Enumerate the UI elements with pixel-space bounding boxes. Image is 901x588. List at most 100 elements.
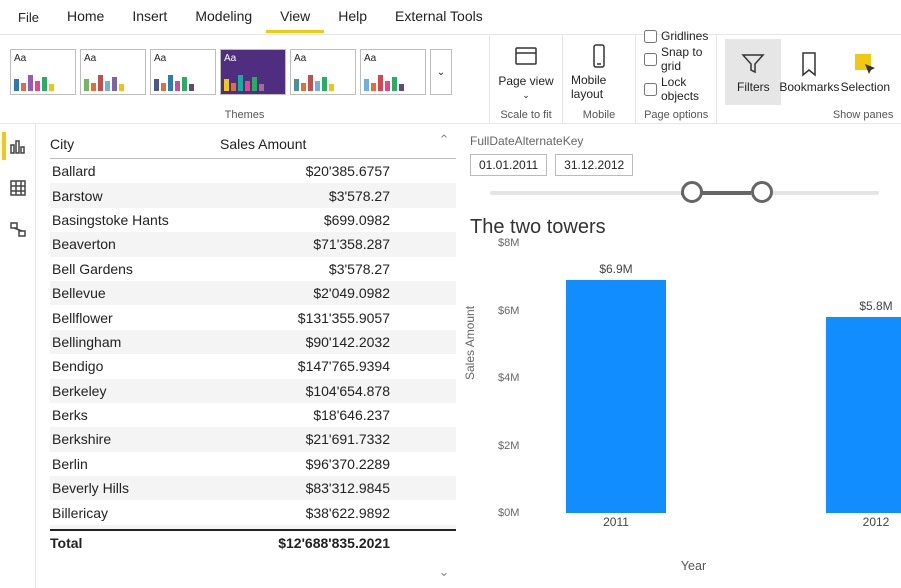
chart-title: The two towers bbox=[470, 216, 889, 239]
scroll-down-arrow[interactable]: ⌄ bbox=[436, 564, 452, 580]
tab-insert[interactable]: Insert bbox=[118, 2, 181, 33]
table-row[interactable]: Bellevue$2'049.0982 bbox=[50, 281, 456, 305]
table-header-amount[interactable]: Sales Amount bbox=[220, 136, 306, 152]
mobile-icon bbox=[585, 43, 613, 71]
scroll-up-arrow[interactable]: ⌃ bbox=[436, 132, 452, 148]
filters-pane-button[interactable]: Filters bbox=[725, 39, 781, 105]
date-range-slider[interactable] bbox=[490, 186, 879, 198]
data-view-button[interactable] bbox=[4, 174, 32, 202]
table-row[interactable]: Basingstoke Hants$699.0982 bbox=[50, 208, 456, 232]
bookmark-icon bbox=[795, 50, 823, 78]
ribbon-group-scale-label: Scale to fit bbox=[490, 109, 562, 123]
slicer-date-to[interactable]: 31.12.2012 bbox=[555, 154, 633, 176]
y-tick: $4M bbox=[498, 372, 519, 384]
cell-amount: $3'578.27 bbox=[220, 188, 390, 204]
slider-handle-to[interactable] bbox=[751, 181, 773, 203]
table-total-amount: $12'688'835.2021 bbox=[220, 535, 390, 551]
table-row[interactable]: Beaverton$71'358.287 bbox=[50, 232, 456, 256]
y-tick: $2M bbox=[498, 440, 519, 452]
cell-city: Bellingham bbox=[50, 334, 220, 350]
table-row[interactable]: Berkshire$21'691.7332 bbox=[50, 427, 456, 451]
ribbon-group-mobile-label: Mobile bbox=[563, 109, 635, 123]
lock-objects-checkbox[interactable]: Lock objects bbox=[644, 75, 708, 103]
themes-dropdown[interactable]: ⌄ bbox=[430, 49, 452, 95]
cell-amount: $104'654.878 bbox=[220, 383, 390, 399]
mobile-layout-button[interactable]: Mobile layout bbox=[571, 39, 627, 105]
y-tick: $8M bbox=[498, 237, 519, 249]
cell-city: Basingstoke Hants bbox=[50, 212, 220, 228]
table-header-city[interactable]: City bbox=[50, 136, 220, 152]
ribbon-group-themes-label: Themes bbox=[0, 109, 489, 123]
cell-amount: $38'622.9892 bbox=[220, 505, 390, 521]
cell-city: Bellevue bbox=[50, 285, 220, 301]
cell-amount: $83'312.9845 bbox=[220, 480, 390, 496]
theme-thumb-3[interactable]: Aa bbox=[150, 49, 216, 95]
cell-amount: $18'646.237 bbox=[220, 407, 390, 423]
tab-help[interactable]: Help bbox=[324, 2, 381, 33]
table-row[interactable]: Bell Gardens$3'578.27 bbox=[50, 257, 456, 281]
theme-thumb-4[interactable]: Aa bbox=[220, 49, 286, 95]
ribbon-group-show-panes-label: Show panes bbox=[717, 109, 901, 123]
cell-amount: $147'765.9394 bbox=[220, 358, 390, 374]
theme-thumb-6[interactable]: Aa bbox=[360, 49, 426, 95]
model-icon bbox=[9, 221, 27, 239]
snap-to-grid-checkbox[interactable]: Snap to grid bbox=[644, 45, 708, 73]
selection-icon bbox=[851, 50, 879, 78]
cell-amount: $20'385.6757 bbox=[220, 163, 390, 179]
table-row[interactable]: Ballard$20'385.6757 bbox=[50, 159, 456, 183]
chart-y-axis-label: Sales Amount bbox=[463, 306, 477, 380]
table-row[interactable]: Barstow$3'578.27 bbox=[50, 183, 456, 207]
tab-external-tools[interactable]: External Tools bbox=[381, 2, 497, 33]
file-menu[interactable]: File bbox=[8, 10, 49, 25]
table-total-label: Total bbox=[50, 535, 220, 551]
cell-city: Berkshire bbox=[50, 431, 220, 447]
report-view-button[interactable] bbox=[2, 132, 30, 160]
chart-bar[interactable] bbox=[566, 280, 666, 513]
theme-thumb-1[interactable]: Aa bbox=[10, 49, 76, 95]
tab-view[interactable]: View bbox=[266, 2, 324, 33]
chart-data-label: $5.8M bbox=[859, 299, 892, 313]
page-view-button[interactable]: Page view⌄ bbox=[498, 39, 554, 105]
cell-amount: $90'142.2032 bbox=[220, 334, 390, 350]
cell-amount: $21'691.7332 bbox=[220, 431, 390, 447]
y-tick: $6M bbox=[498, 305, 519, 317]
selection-pane-button[interactable]: Selection bbox=[837, 39, 893, 105]
slider-handle-from[interactable] bbox=[681, 181, 703, 203]
theme-thumb-2[interactable]: Aa bbox=[80, 49, 146, 95]
cell-city: Billericay bbox=[50, 505, 220, 521]
table-row[interactable]: Berks$18'646.237 bbox=[50, 403, 456, 427]
theme-thumb-5[interactable]: Aa bbox=[290, 49, 356, 95]
page-view-icon bbox=[512, 44, 540, 72]
tab-modeling[interactable]: Modeling bbox=[181, 2, 266, 33]
slicer-field-label: FullDateAlternateKey bbox=[470, 134, 889, 148]
chart-x-axis-label: Year bbox=[681, 559, 706, 573]
x-tick: 2011 bbox=[603, 515, 629, 529]
x-tick: 2012 bbox=[863, 515, 890, 529]
cell-city: Bendigo bbox=[50, 358, 220, 374]
table-row[interactable]: Bellingham$90'142.2032 bbox=[50, 330, 456, 354]
table-row[interactable]: Bendigo$147'765.9394 bbox=[50, 354, 456, 378]
table-row[interactable]: Billericay$38'622.9892 bbox=[50, 500, 456, 524]
cell-amount: $131'355.9057 bbox=[220, 310, 390, 326]
table-row[interactable]: Berkeley$104'654.878 bbox=[50, 379, 456, 403]
cell-city: Berkeley bbox=[50, 383, 220, 399]
table-row[interactable]: Berlin$96'370.2289 bbox=[50, 452, 456, 476]
cell-city: Beaverton bbox=[50, 236, 220, 252]
cell-amount: $699.0982 bbox=[220, 212, 390, 228]
ribbon-group-page-options-label: Page options bbox=[636, 109, 716, 123]
cell-amount: $96'370.2289 bbox=[220, 456, 390, 472]
tab-home[interactable]: Home bbox=[53, 2, 118, 33]
chart-bar[interactable] bbox=[826, 317, 901, 513]
gridlines-checkbox[interactable]: Gridlines bbox=[644, 29, 708, 43]
chart-data-label: $6.9M bbox=[599, 262, 632, 276]
table-row[interactable]: Beverly Hills$83'312.9845 bbox=[50, 476, 456, 500]
table-row[interactable]: Bellflower$131'355.9057 bbox=[50, 305, 456, 329]
cell-city: Beverly Hills bbox=[50, 480, 220, 496]
cell-city: Bellflower bbox=[50, 310, 220, 326]
cell-city: Bell Gardens bbox=[50, 261, 220, 277]
cell-city: Barstow bbox=[50, 188, 220, 204]
y-tick: $0M bbox=[498, 507, 519, 519]
slicer-date-from[interactable]: 01.01.2011 bbox=[470, 154, 547, 176]
model-view-button[interactable] bbox=[4, 216, 32, 244]
bookmarks-pane-button[interactable]: Bookmarks bbox=[781, 39, 837, 105]
